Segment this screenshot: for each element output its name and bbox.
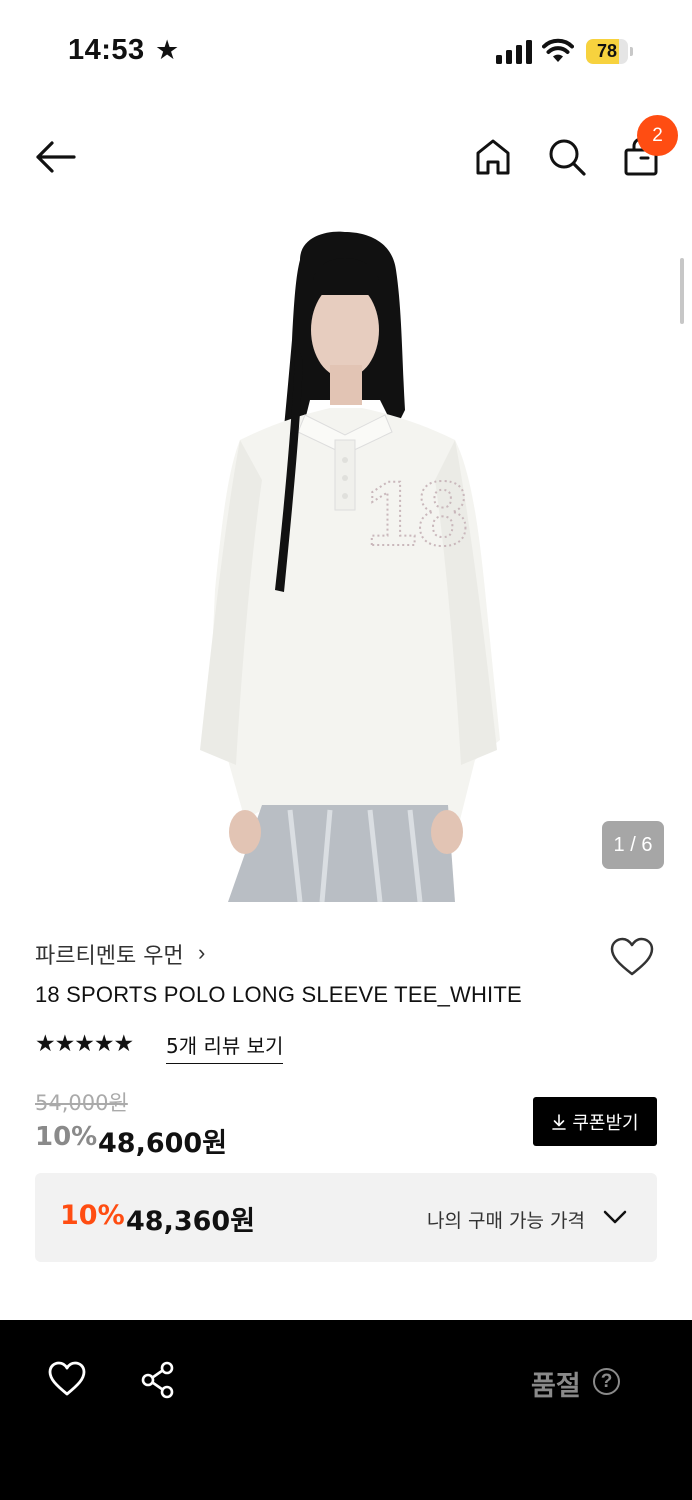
download-icon	[552, 1113, 567, 1130]
product-title: 18 SPORTS POLO LONG SLEEVE TEE_WHITE	[35, 982, 522, 1007]
sale-price: 48,600원	[98, 1128, 228, 1159]
svg-text:18: 18	[366, 463, 468, 565]
search-icon[interactable]	[545, 135, 589, 179]
my-price-label: 나의 구매 가능 가격	[427, 1210, 585, 1232]
wifi-icon	[542, 38, 574, 62]
status-time: 14:53	[68, 34, 145, 66]
chevron-down-icon[interactable]	[602, 1207, 628, 1227]
brand-link[interactable]: 파르티멘토 우먼	[35, 938, 184, 970]
battery-indicator: 78	[586, 39, 633, 64]
image-page-counter: 1 / 6	[602, 821, 664, 869]
chevron-right-icon[interactable]: ›	[198, 940, 205, 966]
scroll-indicator	[680, 258, 684, 324]
bottom-action-bar: 품절 ?	[0, 1320, 692, 1500]
status-bar: 14:53 ★ 78	[0, 0, 692, 100]
sold-out-label: 품절	[531, 1371, 581, 1402]
home-icon[interactable]	[472, 135, 514, 179]
coupon-label: 쿠폰받기	[572, 1112, 639, 1134]
coupon-button[interactable]: 쿠폰받기	[533, 1097, 657, 1146]
cart-count-badge: 2	[637, 115, 678, 156]
original-price: 54,000원	[35, 1091, 128, 1115]
heart-icon[interactable]	[609, 936, 655, 978]
back-arrow-icon[interactable]	[30, 135, 80, 179]
battery-percent: 78	[596, 41, 618, 61]
heart-icon[interactable]	[47, 1360, 87, 1398]
my-discount-rate: 10%	[60, 1200, 125, 1231]
model-photo: 18	[200, 231, 500, 902]
help-icon[interactable]: ?	[593, 1368, 620, 1395]
top-nav	[0, 110, 692, 205]
star-icon: ★	[155, 35, 180, 65]
review-link[interactable]: 5개 리뷰 보기	[166, 1030, 284, 1064]
my-price-panel[interactable]: 10% 48,360원 나의 구매 가능 가격	[35, 1173, 657, 1262]
share-icon[interactable]	[139, 1361, 177, 1399]
discount-rate: 10%	[35, 1122, 98, 1152]
product-image[interactable]: 18	[0, 220, 692, 902]
my-price-value: 48,360원	[126, 1206, 256, 1237]
cellular-signal-icon	[496, 40, 532, 64]
rating-stars: ★★★★★	[35, 1030, 134, 1056]
